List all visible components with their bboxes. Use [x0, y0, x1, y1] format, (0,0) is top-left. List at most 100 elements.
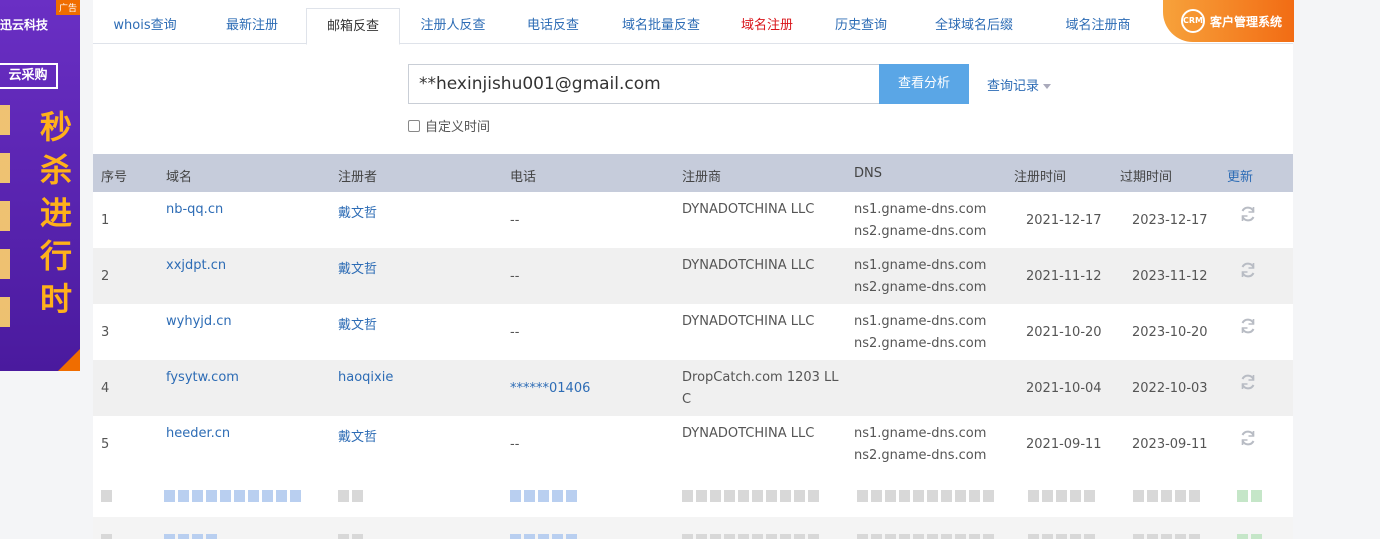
tab-registrant-reverse[interactable]: 注册人反查 [400, 8, 506, 44]
table-header: 序号 域名 注册者 电话 注册商 DNS 注册时间 过期时间 更新 [93, 154, 1293, 192]
crm-button[interactable]: CRM 客户管理系统 [1163, 0, 1294, 42]
table-row: 1 nb-qq.cn 戴文哲 -- DYNADOTCHINA LLC ns1.g… [93, 192, 1293, 248]
ad-slogan-char: 行 [39, 237, 72, 275]
row-exp-date: 2022-10-03 [1132, 381, 1208, 396]
ad-corner-decoration [58, 349, 80, 371]
header-domain: 域名 [166, 170, 193, 185]
refresh-icon[interactable] [1239, 429, 1257, 447]
table-row: 4 fysytw.com haoqixie ******01406 DropCa… [93, 360, 1293, 416]
row-registrar: DYNADOTCHINA LLC [682, 426, 815, 441]
row-dns-1: ns1.gname-dns.com [854, 258, 987, 273]
skeleton-cell [510, 490, 580, 502]
row-no: 4 [101, 381, 110, 396]
row-dns-1: ns1.gname-dns.com [854, 314, 987, 329]
crm-label: 客户管理系统 [1210, 15, 1283, 29]
row-dns-2: ns2.gname-dns.com [854, 336, 987, 351]
custom-time-label: 自定义时间 [425, 120, 491, 135]
row-phone: -- [510, 325, 520, 340]
header-reg-date: 注册时间 [1014, 170, 1067, 185]
custom-time-checkbox[interactable]: 自定义时间 [408, 116, 490, 135]
header-no: 序号 [101, 170, 128, 185]
row-registrar: DYNADOTCHINA LLC [682, 314, 815, 329]
row-no: 1 [101, 213, 110, 228]
query-history-dropdown[interactable]: 查询记录 [987, 75, 1052, 94]
row-registrant-link[interactable]: haoqixie [338, 370, 393, 385]
row-domain-link[interactable]: xxjdpt.cn [166, 258, 226, 273]
row-reg-date: 2021-10-20 [1026, 325, 1102, 340]
skeleton-cell [101, 534, 115, 539]
row-dns-2: ns2.gname-dns.com [854, 224, 987, 239]
skeleton-cell [1028, 534, 1098, 539]
ad-banner[interactable]: 广告 迅云科技 云采购 秒 杀 进 行 时 [0, 0, 80, 371]
row-registrant-link[interactable]: 戴文哲 [338, 426, 377, 445]
query-analyze-button[interactable]: 查看分析 [879, 64, 969, 104]
row-phone: -- [510, 269, 520, 284]
skeleton-cell [857, 534, 997, 539]
table-row: 2 xxjdpt.cn 戴文哲 -- DYNADOTCHINA LLC ns1.… [93, 248, 1293, 304]
row-phone: -- [510, 437, 520, 452]
header-dns: DNS [854, 166, 882, 181]
skeleton-cell [1133, 534, 1203, 539]
tab-phone-reverse[interactable]: 电话反查 [506, 8, 600, 44]
checkbox-icon[interactable] [408, 120, 420, 132]
row-no: 3 [101, 325, 110, 340]
tab-bar: whois查询 最新注册 邮箱反查 注册人反查 电话反查 域名批量反查 域名注册… [93, 0, 1293, 45]
ad-decoration [0, 105, 10, 345]
row-reg-date: 2021-11-12 [1026, 269, 1102, 284]
row-phone-link[interactable]: ******01406 [510, 381, 590, 396]
header-phone: 电话 [510, 170, 537, 185]
row-domain-link[interactable]: nb-qq.cn [166, 202, 223, 217]
row-registrant-link[interactable]: 戴文哲 [338, 202, 377, 221]
skeleton-cell [682, 490, 822, 502]
row-dns-1: ns1.gname-dns.com [854, 202, 987, 217]
row-no: 5 [101, 437, 110, 452]
ad-brand: 迅云科技 [0, 18, 49, 32]
skeleton-cell [1237, 534, 1265, 539]
table-row: 3 wyhyjd.cn 戴文哲 -- DYNADOTCHINA LLC ns1.… [93, 304, 1293, 360]
refresh-icon[interactable] [1239, 373, 1257, 391]
row-exp-date: 2023-10-20 [1132, 325, 1208, 340]
main-panel: whois查询 最新注册 邮箱反查 注册人反查 电话反查 域名批量反查 域名注册… [93, 0, 1294, 539]
ad-tag: 广告 [55, 0, 80, 15]
row-registrant-link[interactable]: 戴文哲 [338, 258, 377, 277]
skeleton-cell [164, 534, 220, 539]
refresh-icon[interactable] [1239, 261, 1257, 279]
refresh-icon[interactable] [1239, 317, 1257, 335]
row-phone: -- [510, 213, 520, 228]
row-registrant-link[interactable]: 戴文哲 [338, 314, 377, 333]
row-domain-link[interactable]: wyhyjd.cn [166, 314, 232, 329]
skeleton-cell [857, 490, 997, 502]
skeleton-row [93, 517, 1293, 539]
skeleton-cell [164, 490, 304, 502]
row-dns-2: ns2.gname-dns.com [854, 280, 987, 295]
row-reg-date: 2021-12-17 [1026, 213, 1102, 228]
tab-global-suffix[interactable]: 全球域名后缀 [910, 8, 1038, 44]
tab-latest-registration[interactable]: 最新注册 [197, 8, 307, 44]
skeleton-cell [510, 534, 580, 539]
tab-registrar[interactable]: 域名注册商 [1038, 8, 1158, 44]
skeleton-cell [338, 534, 366, 539]
row-reg-date: 2021-09-11 [1026, 437, 1102, 452]
tab-history[interactable]: 历史查询 [812, 8, 910, 44]
tab-email-reverse[interactable]: 邮箱反查 [306, 8, 400, 45]
ad-slogan-char: 杀 [39, 151, 72, 189]
row-domain-link[interactable]: heeder.cn [166, 426, 230, 441]
tab-domain-registration[interactable]: 域名注册 [722, 8, 812, 44]
skeleton-cell [338, 490, 366, 502]
tab-bulk-reverse[interactable]: 域名批量反查 [600, 8, 722, 44]
ad-slogan-char: 时 [39, 280, 72, 318]
header-exp-date: 过期时间 [1120, 170, 1173, 185]
row-registrar: DYNADOTCHINA LLC [682, 202, 815, 217]
row-dns-1: ns1.gname-dns.com [854, 426, 987, 441]
header-update-link[interactable]: 更新 [1227, 166, 1253, 185]
row-registrar: DropCatch.com 1203 LL [682, 370, 839, 385]
email-search-input[interactable]: **hexinjishu001@gmail.com [408, 64, 880, 104]
ad-slogan: 秒 杀 进 行 时 [36, 106, 76, 321]
row-domain-link[interactable]: fysytw.com [166, 370, 239, 385]
page: 广告 迅云科技 云采购 秒 杀 进 行 时 whois查询 最新注册 邮箱反查 … [0, 0, 1380, 539]
refresh-icon[interactable] [1239, 205, 1257, 223]
crm-logo-icon: CRM [1181, 9, 1205, 33]
skeleton-cell [1133, 490, 1203, 502]
tab-whois[interactable]: whois查询 [93, 8, 197, 44]
table-row: 5 heeder.cn 戴文哲 -- DYNADOTCHINA LLC ns1.… [93, 416, 1293, 472]
